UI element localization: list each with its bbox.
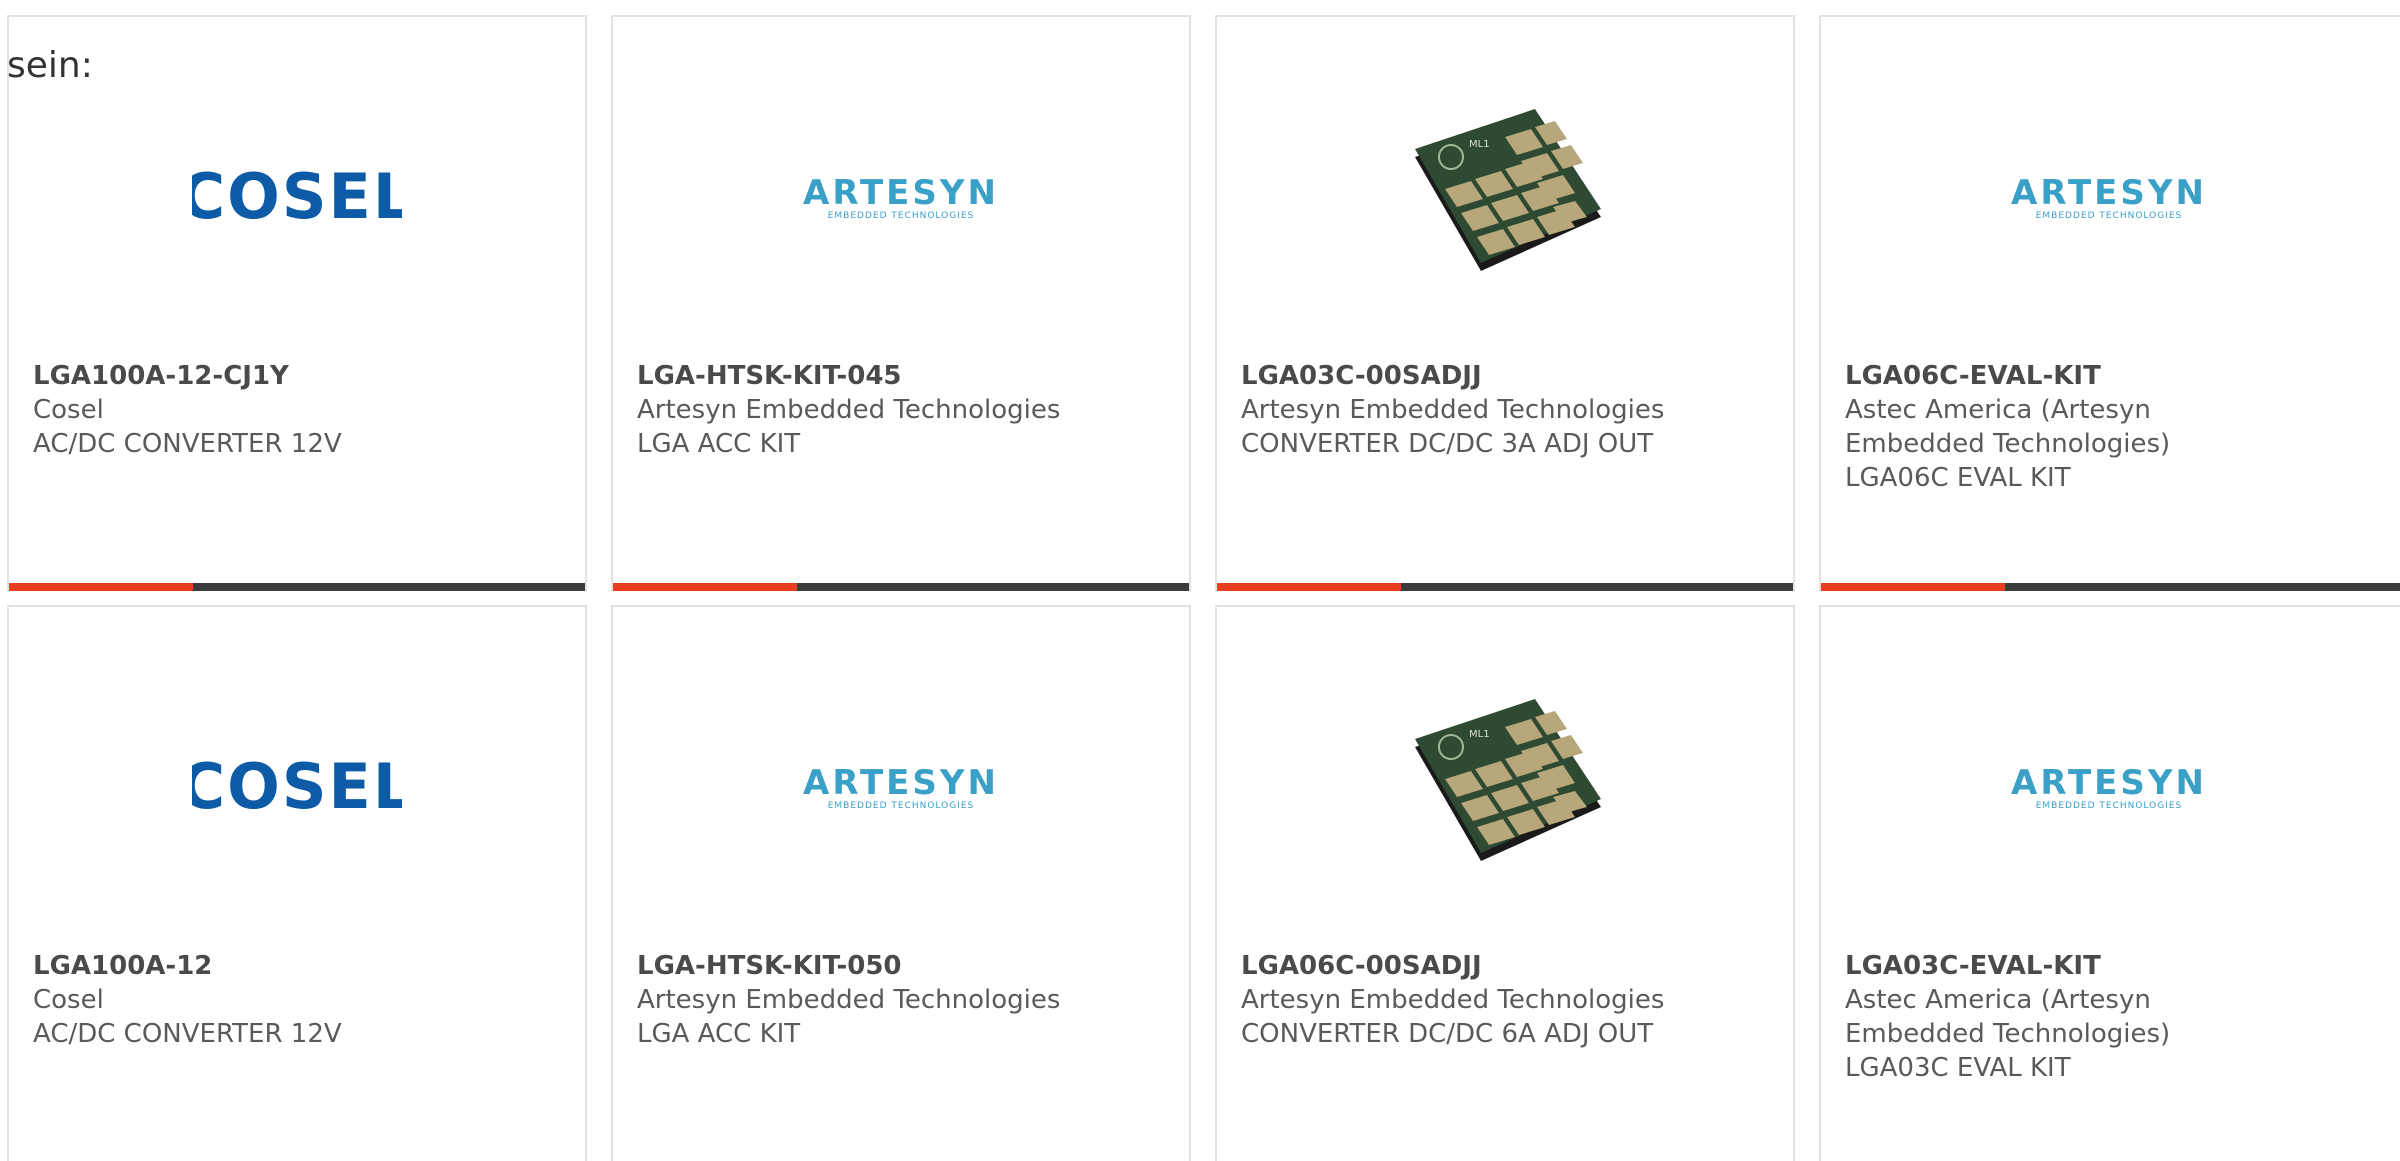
product-image: ARTESYN EMBEDDED TECHNOLOGIES [613, 667, 1189, 907]
svg-text:ARTESYN: ARTESYN [2011, 173, 2207, 213]
artesyn-logo-icon: ARTESYN EMBEDDED TECHNOLOGIES [2011, 763, 2207, 811]
part-number-link[interactable]: LGA100A-12-CJ1Y [33, 359, 561, 393]
card-accent-bar [1821, 583, 2005, 591]
cosel-logo-icon: COSEL [192, 162, 402, 232]
card-bottom-bar [613, 583, 1189, 591]
product-card[interactable]: ARTESYN EMBEDDED TECHNOLOGIES LGA03C-EVA… [1819, 605, 2400, 1161]
svg-text:ML1: ML1 [1469, 729, 1490, 740]
product-info: LGA06C-00SADJJ Artesyn Embedded Technolo… [1241, 949, 1769, 1051]
product-grid-page: sein: COSEL LGA100A-12-CJ1Y Cosel AC/DC … [0, 0, 2400, 1161]
description: CONVERTER DC/DC 3A ADJ OUT [1241, 429, 1654, 459]
product-info: LGA03C-00SADJJ Artesyn Embedded Technolo… [1241, 359, 1769, 461]
artesyn-logo-icon: ARTESYN EMBEDDED TECHNOLOGIES [2011, 173, 2207, 221]
description: LGA03C EVAL KIT [1845, 1053, 2071, 1083]
manufacturer: Cosel [33, 985, 104, 1015]
product-card[interactable]: ARTESYN EMBEDDED TECHNOLOGIES LGA-HTSK-K… [611, 15, 1191, 591]
product-image: ML1 [1217, 667, 1793, 907]
cosel-logo-icon: COSEL [192, 752, 402, 822]
manufacturer: Artesyn Embedded Technologies [1241, 985, 1665, 1015]
part-number-link[interactable]: LGA100A-12 [33, 949, 561, 983]
card-bottom-bar [1217, 583, 1793, 591]
artesyn-logo-icon: ARTESYN EMBEDDED TECHNOLOGIES [803, 173, 999, 221]
svg-text:COSEL: COSEL [192, 752, 402, 822]
manufacturer: Astec America (Artesyn Embedded Technolo… [1845, 985, 2171, 1049]
description: LGA ACC KIT [637, 1019, 801, 1049]
manufacturer: Astec America (Artesyn Embedded Technolo… [1845, 395, 2171, 459]
part-number-link[interactable]: LGA-HTSK-KIT-045 [637, 359, 1165, 393]
product-info: LGA-HTSK-KIT-050 Artesyn Embedded Techno… [637, 949, 1165, 1051]
chip-module-icon: ML1 [1415, 109, 1601, 271]
product-grid: COSEL LGA100A-12-CJ1Y Cosel AC/DC CONVER… [7, 15, 2400, 591]
part-number-link[interactable]: LGA03C-EVAL-KIT [1845, 949, 2217, 983]
description: AC/DC CONVERTER 12V [33, 429, 342, 459]
product-info: LGA100A-12 Cosel AC/DC CONVERTER 12V [33, 949, 561, 1051]
svg-text:ML1: ML1 [1469, 139, 1490, 150]
product-image: COSEL [9, 667, 585, 907]
chip-module-icon: ML1 [1415, 699, 1601, 861]
card-bottom-bar [1821, 583, 2400, 591]
artesyn-logo-icon: ARTESYN EMBEDDED TECHNOLOGIES [803, 763, 999, 811]
part-number-link[interactable]: LGA-HTSK-KIT-050 [637, 949, 1165, 983]
svg-text:ARTESYN: ARTESYN [803, 763, 999, 803]
part-number-link[interactable]: LGA06C-00SADJJ [1241, 949, 1769, 983]
product-card[interactable]: ARTESYN EMBEDDED TECHNOLOGIES LGA06C-EVA… [1819, 15, 2400, 591]
description: LGA ACC KIT [637, 429, 801, 459]
product-card[interactable]: ARTESYN EMBEDDED TECHNOLOGIES LGA-HTSK-K… [611, 605, 1191, 1161]
intro-text: sein: [7, 45, 93, 86]
svg-text:COSEL: COSEL [192, 162, 402, 232]
svg-text:EMBEDDED TECHNOLOGIES: EMBEDDED TECHNOLOGIES [2036, 801, 2183, 811]
product-card[interactable]: ML1 LGA06C-00SADJJ Artesyn Embedded Tech… [1215, 605, 1795, 1161]
product-info: LGA03C-EVAL-KIT Astec America (Artesyn E… [1845, 949, 2217, 1085]
card-accent-bar [1217, 583, 1401, 591]
part-number-link[interactable]: LGA03C-00SADJJ [1241, 359, 1769, 393]
product-info: LGA06C-EVAL-KIT Astec America (Artesyn E… [1845, 359, 2217, 495]
product-image: COSEL [9, 77, 585, 317]
product-card[interactable]: COSEL LGA100A-12-CJ1Y Cosel AC/DC CONVER… [7, 15, 587, 591]
product-image: ARTESYN EMBEDDED TECHNOLOGIES [613, 77, 1189, 317]
product-info: LGA100A-12-CJ1Y Cosel AC/DC CONVERTER 12… [33, 359, 561, 461]
product-image: ML1 [1217, 77, 1793, 317]
product-grid-row-2: COSEL LGA100A-12 Cosel AC/DC CONVERTER 1… [7, 605, 2400, 1161]
manufacturer: Artesyn Embedded Technologies [1241, 395, 1665, 425]
product-image: ARTESYN EMBEDDED TECHNOLOGIES [1821, 77, 2397, 317]
svg-text:ARTESYN: ARTESYN [803, 173, 999, 213]
manufacturer: Cosel [33, 395, 104, 425]
svg-text:ARTESYN: ARTESYN [2011, 763, 2207, 803]
svg-text:EMBEDDED TECHNOLOGIES: EMBEDDED TECHNOLOGIES [828, 211, 975, 221]
card-bottom-bar [9, 583, 585, 591]
product-image: ARTESYN EMBEDDED TECHNOLOGIES [1821, 667, 2397, 907]
manufacturer: Artesyn Embedded Technologies [637, 395, 1061, 425]
description: AC/DC CONVERTER 12V [33, 1019, 342, 1049]
description: CONVERTER DC/DC 6A ADJ OUT [1241, 1019, 1654, 1049]
product-info: LGA-HTSK-KIT-045 Artesyn Embedded Techno… [637, 359, 1165, 461]
part-number-link[interactable]: LGA06C-EVAL-KIT [1845, 359, 2217, 393]
product-card[interactable]: ML1 LGA03C-00SADJJ Artesyn Embedded Tech… [1215, 15, 1795, 591]
svg-text:EMBEDDED TECHNOLOGIES: EMBEDDED TECHNOLOGIES [828, 801, 975, 811]
card-accent-bar [9, 583, 193, 591]
product-card[interactable]: COSEL LGA100A-12 Cosel AC/DC CONVERTER 1… [7, 605, 587, 1161]
manufacturer: Artesyn Embedded Technologies [637, 985, 1061, 1015]
svg-text:EMBEDDED TECHNOLOGIES: EMBEDDED TECHNOLOGIES [2036, 211, 2183, 221]
card-accent-bar [613, 583, 797, 591]
description: LGA06C EVAL KIT [1845, 463, 2071, 493]
